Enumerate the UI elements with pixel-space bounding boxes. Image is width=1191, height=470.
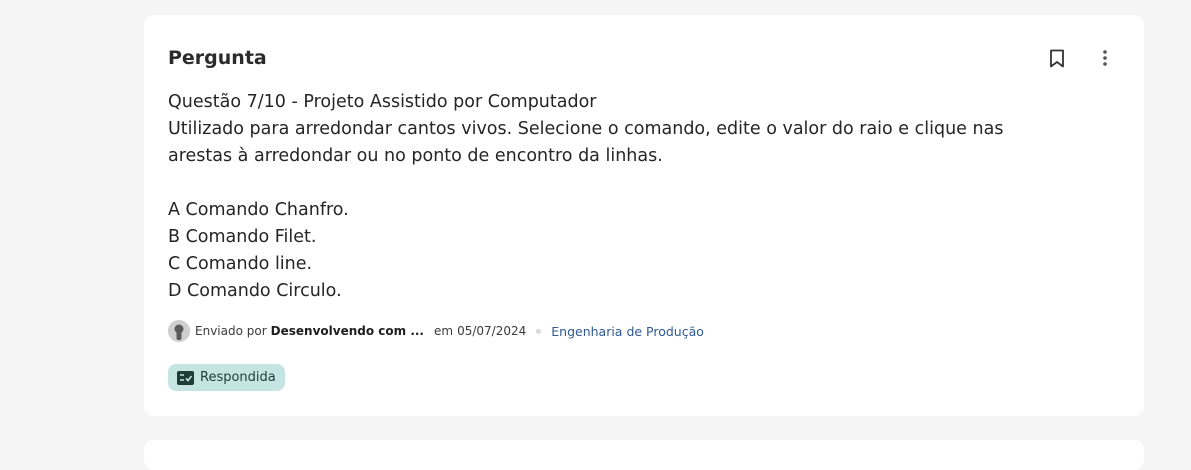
question-meta: Enviado por Desenvolvendo com ... em 05/… xyxy=(168,320,704,342)
card-title: Pergunta xyxy=(168,47,267,69)
more-vertical-icon[interactable] xyxy=(1094,47,1116,69)
card-actions xyxy=(1046,47,1116,69)
author-name[interactable]: Desenvolvendo com ... xyxy=(271,324,424,338)
next-card xyxy=(144,440,1144,470)
option-d: D Comando Circulo. xyxy=(168,281,342,301)
question-line: Questão 7/10 - Projeto Assistido por Com… xyxy=(168,92,597,112)
question-line: Utilizado para arredondar cantos vivos. … xyxy=(168,119,1004,139)
user-avatar-icon[interactable] xyxy=(168,320,190,342)
option-c: C Comando line. xyxy=(168,254,313,274)
status-badge-label: Respondida xyxy=(200,370,276,385)
checklist-icon xyxy=(177,370,194,385)
sent-by-label: Enviado por xyxy=(195,324,267,338)
bookmark-icon[interactable] xyxy=(1046,47,1068,69)
post-date: 05/07/2024 xyxy=(457,324,527,338)
option-b: B Comando Filet. xyxy=(168,227,317,247)
question-line: arestas à arredondar ou no ponto de enco… xyxy=(168,146,663,166)
separator-dot xyxy=(536,328,542,334)
date-prefix: em xyxy=(434,324,454,338)
option-a: A Comando Chanfro. xyxy=(168,200,349,220)
question-card: Pergunta Questão 7/10 - Projeto Assistid… xyxy=(144,15,1144,416)
topic-link[interactable]: Engenharia de Produção xyxy=(551,324,704,339)
status-badge: Respondida xyxy=(168,364,285,391)
question-text: Questão 7/10 - Projeto Assistido por Com… xyxy=(168,89,1068,305)
